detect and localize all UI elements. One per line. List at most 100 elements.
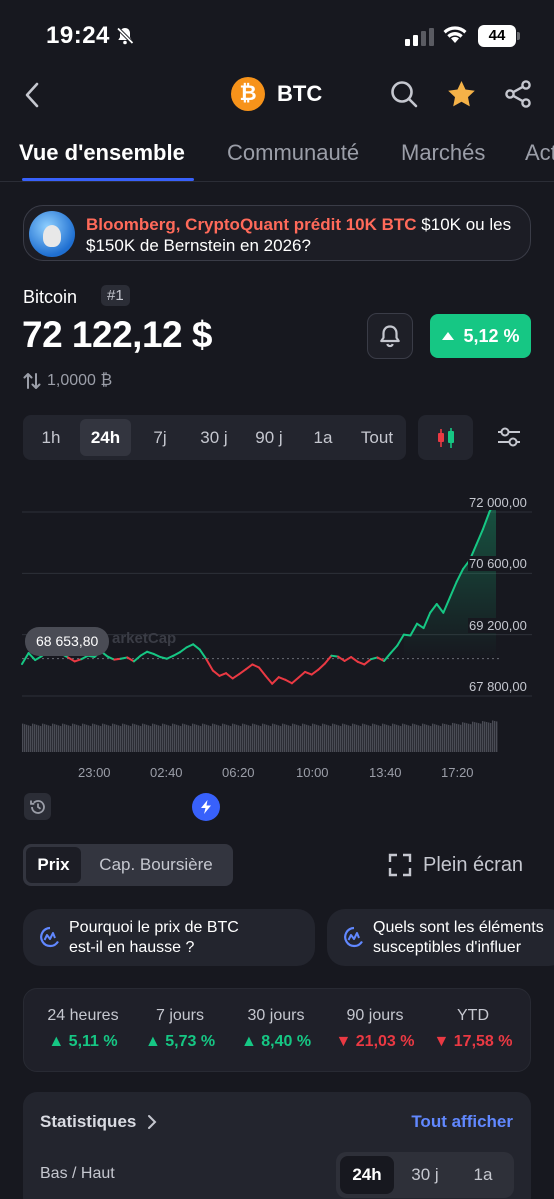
status-time: 19:24 [46,22,110,49]
candlestick-toggle-button[interactable] [418,415,473,460]
volume-bar [146,724,148,752]
volume-bar [218,725,220,752]
volume-bar [286,724,288,752]
price-alert-button[interactable] [367,313,413,359]
volume-bar [460,724,462,752]
triangle-up-icon [442,332,455,340]
volume-bar [152,723,154,752]
volume-bar [470,724,472,752]
volume-bar [332,723,334,752]
volume-bar [70,726,72,752]
volume-bar [314,724,316,752]
volume-bar [404,724,406,752]
time-range-selector: 1h 24h 7j 30 j 90 j 1a Tout [23,415,406,460]
volume-bar [252,723,254,752]
share-icon[interactable] [503,79,533,114]
volume-bar [210,726,212,752]
range-24h[interactable]: 24h [80,419,131,456]
volume-bar [106,724,108,752]
star-watchlist-icon[interactable] [446,79,477,114]
stats-period-selector: 24h 30 j 1a [336,1152,514,1198]
volume-bar [384,724,386,752]
volume-bar [342,723,344,752]
tab-community[interactable]: Communauté [227,140,359,166]
volume-bar [46,724,48,752]
price-line-segment [218,672,228,677]
price-line-segment [383,652,392,662]
price-line-segment [106,655,116,661]
toggle-price[interactable]: Prix [26,847,81,883]
stats-period-1y[interactable]: 1a [456,1156,510,1194]
volume-bar [90,726,92,752]
y-axis-tick-label: 69 200,00 [468,617,528,633]
ai-question-card-1[interactable]: Pourquoi le prix de BTC est-il en hausse … [23,909,315,966]
volume-bar [52,723,54,752]
volume-bar [230,726,232,752]
search-icon[interactable] [389,79,419,114]
volume-bar [82,723,84,752]
price-line-segment [132,654,142,663]
volume-bar [466,723,468,752]
history-button[interactable] [24,793,51,820]
chart-settings-icon[interactable] [495,423,523,456]
volume-bar [268,725,270,752]
range-90d[interactable]: 90 j [244,419,294,456]
fullscreen-button[interactable]: Plein écran [387,852,523,878]
statistics-title[interactable]: Statistiques [40,1112,158,1132]
volume-bar [278,725,280,752]
range-1h[interactable]: 1h [29,419,73,456]
volume-bar [360,726,362,752]
volume-bar [386,724,388,752]
unit-converter[interactable]: 1,0000 ₿ [23,372,112,390]
news-banner[interactable]: Bloomberg, CryptoQuant prédit 10K BTC $1… [23,205,531,261]
price-line-segment [244,663,254,671]
fullscreen-icon [388,853,412,877]
volume-bar [176,724,178,752]
volume-bar [490,723,492,752]
volume-bar [188,725,190,752]
volume-bar [128,725,130,752]
volume-bar [192,723,194,752]
volume-bar [416,724,418,752]
volume-bar [400,726,402,752]
volume-bar [494,720,496,752]
volume-bar [116,724,118,752]
volume-bar [414,724,416,752]
range-30d[interactable]: 30 j [189,419,239,456]
volume-bar [450,725,452,752]
tab-markets[interactable]: Marchés [401,140,485,166]
volume-bar [298,725,300,752]
range-all[interactable]: Tout [350,419,404,456]
volume-bar [38,725,40,752]
volume-bar [84,724,86,752]
range-7d[interactable]: 7j [138,419,182,456]
tab-news[interactable]: Actu [525,140,554,166]
stats-period-30d[interactable]: 30 j [398,1156,452,1194]
back-arrow-icon[interactable] [20,80,44,115]
battery-indicator: 44 [478,25,520,47]
rank-badge: #1 [101,285,130,306]
volume-bar [232,723,234,752]
ai-question-text: Quels sont les éléments susceptibles d'in… [373,919,544,956]
volume-bar [126,724,128,752]
bell-icon [380,325,400,348]
volume-bar [124,724,126,752]
volume-bar [62,723,64,752]
volume-bar [378,725,380,752]
perf-label: YTD [457,1007,489,1024]
toggle-market-cap[interactable]: Cap. Boursière [85,847,227,883]
x-axis-tick-label: 02:40 [150,765,183,780]
volume-bar [108,725,110,752]
events-button[interactable] [192,793,220,821]
see-all-link[interactable]: Tout afficher [411,1112,513,1132]
stats-period-24h[interactable]: 24h [340,1156,394,1194]
price-line-segment [172,651,181,657]
ai-question-card-2[interactable]: Quels sont les éléments susceptibles d'in… [327,909,554,966]
tab-overview[interactable]: Vue d'ensemble [19,140,185,166]
volume-bar [118,725,120,752]
x-axis-tick-label: 10:00 [296,765,329,780]
volume-bar [302,723,304,752]
volume-bar [408,725,410,752]
volume-bar [86,724,88,752]
range-1y[interactable]: 1a [303,419,343,456]
